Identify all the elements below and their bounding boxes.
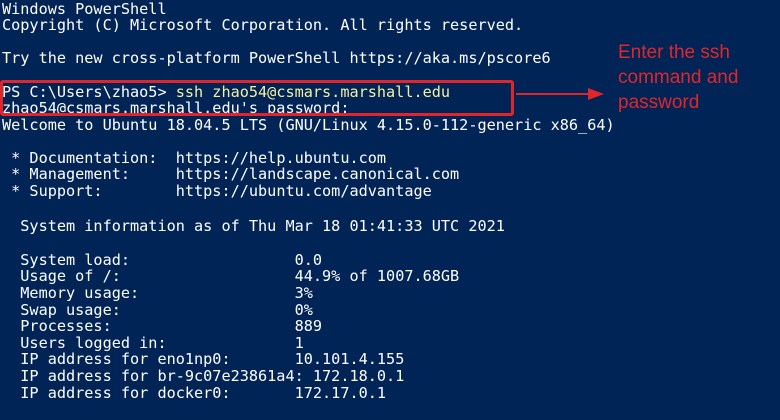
sysinfo-label: IP address for br-9c07e23861a4: (2, 367, 313, 385)
annotation-line: Enter the ssh (618, 42, 730, 63)
annotation-arrow-icon (516, 88, 604, 100)
terminal-title-line: Windows PowerShell (2, 0, 167, 18)
support-label: * Support: (2, 182, 176, 200)
welcome-line: Welcome to Ubuntu 18.04.5 LTS (GNU/Linux… (2, 116, 615, 134)
try-pscore-line: Try the new cross-platform PowerShell ht… (2, 49, 551, 67)
sysinfo-row: Users logged in: 1 (2, 335, 303, 351)
sysinfo-row: IP address for docker0: 172.17.0.1 (2, 385, 386, 401)
sysinfo-label: Usage of /: (2, 267, 295, 285)
sysinfo-value: 172.17.0.1 (294, 384, 387, 402)
management-label: * Management: (2, 165, 176, 183)
sysinfo-value: 44.9% of 1007.68GB (294, 267, 460, 285)
sysinfo-value: 3% (294, 284, 313, 302)
doc-link-row: * Documentation: https://help.ubuntu.com (2, 150, 386, 166)
sysinfo-label: Processes: (2, 317, 295, 335)
sysinfo-heading: System information as of Thu Mar 18 01:4… (2, 217, 505, 235)
annotation-line: command and (618, 67, 739, 88)
copyright-line: Copyright (C) Microsoft Corporation. All… (2, 16, 524, 34)
sysinfo-row: IP address for eno1np0: 10.101.4.155 (2, 351, 404, 367)
management-url: https://landscape.canonical.com (175, 165, 460, 183)
support-link-row: * Support: https://ubuntu.com/advantage (2, 183, 432, 199)
sysinfo-label: Memory usage: (2, 284, 295, 302)
sysinfo-value: 889 (294, 317, 323, 335)
support-url: https://ubuntu.com/advantage (175, 182, 432, 200)
management-link-row: * Management: https://landscape.canonica… (2, 166, 459, 182)
sysinfo-row: Usage of /: 44.9% of 1007.68GB (2, 268, 459, 284)
sysinfo-value: 172.18.0.1 (312, 367, 405, 385)
sysinfo-row: Processes: 889 (2, 318, 322, 334)
sysinfo-label: IP address for eno1np0: (2, 350, 295, 368)
sysinfo-row: System load: 0.0 (2, 252, 322, 268)
annotation-callout: Enter the ssh command and password (618, 40, 780, 115)
sysinfo-row: Swap usage: 0% (2, 302, 313, 318)
sysinfo-row: Memory usage: 3% (2, 285, 313, 301)
sysinfo-row: IP address for br-9c07e23861a4: 172.18.0… (2, 368, 404, 384)
annotation-line: password (618, 92, 700, 113)
sysinfo-label: IP address for docker0: (2, 384, 295, 402)
command-highlight-box (0, 80, 514, 116)
sysinfo-value: 10.101.4.155 (294, 350, 405, 368)
